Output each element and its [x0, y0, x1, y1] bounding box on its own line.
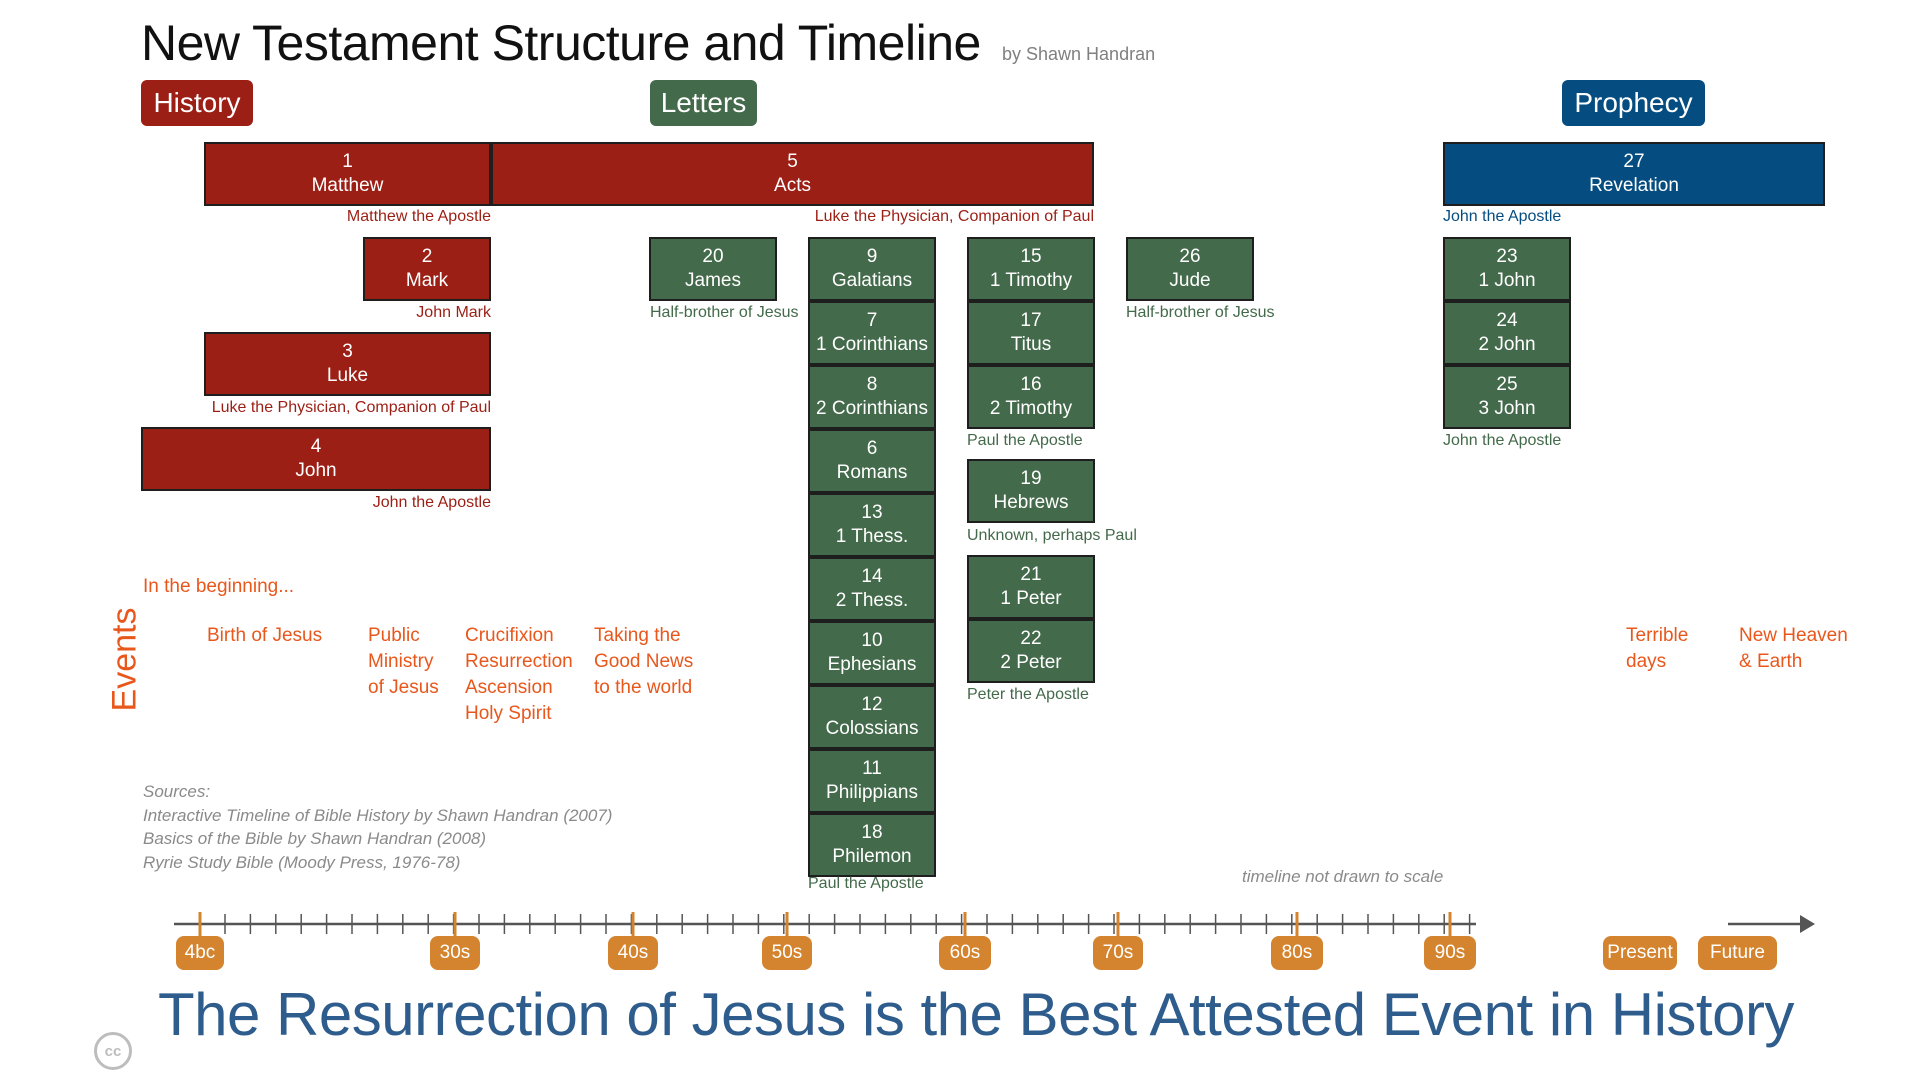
timeline-label-40s: 40s — [608, 936, 658, 970]
timeline-label-80s: 80s — [1271, 936, 1323, 970]
cc-license-icon: cc — [94, 1032, 132, 1070]
timeline-label-present: Present — [1603, 936, 1677, 970]
timeline-label-90s: 90s — [1424, 936, 1476, 970]
timeline-axis — [174, 912, 1815, 938]
timeline-label-50s: 50s — [762, 936, 812, 970]
timeline-label-future: Future — [1698, 936, 1777, 970]
tagline: The Resurrection of Jesus is the Best At… — [158, 981, 1794, 1048]
timeline-label-4bc: 4bc — [176, 936, 224, 970]
future-arrow-head — [1800, 915, 1815, 933]
timeline-label-30s: 30s — [430, 936, 480, 970]
timeline-label-60s: 60s — [939, 936, 991, 970]
timeline-label-70s: 70s — [1093, 936, 1143, 970]
